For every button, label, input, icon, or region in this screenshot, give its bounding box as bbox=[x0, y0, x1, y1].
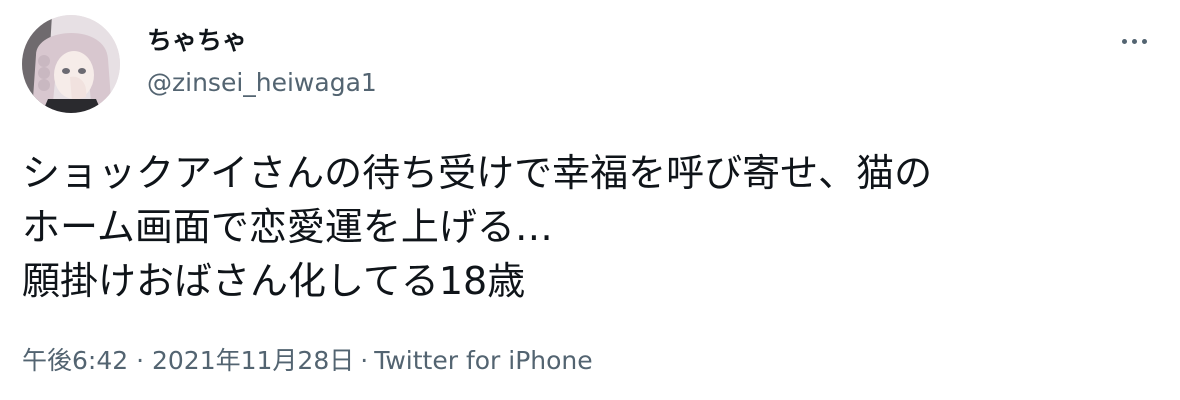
tweet-date: 2021年11月28日 bbox=[152, 346, 355, 375]
meta-separator: · bbox=[136, 346, 145, 375]
tweet-metadata: 午後6:42 · 2021年11月28日 · Twitter for iPhone bbox=[22, 344, 593, 378]
tweet-source-link[interactable]: Twitter for iPhone bbox=[374, 346, 592, 375]
user-handle[interactable]: @zinsei_heiwaga1 bbox=[147, 67, 377, 99]
more-options-button[interactable] bbox=[1114, 26, 1154, 56]
tweet-timestamp-link[interactable]: 午後6:42 · 2021年11月28日 bbox=[22, 346, 354, 375]
avatar-image bbox=[22, 15, 120, 113]
more-horizontal-icon bbox=[1131, 38, 1137, 44]
meta-separator: · bbox=[360, 346, 369, 375]
tweet-text: ショックアイさんの待ち受けで幸福を呼び寄せ、猫の ホーム画面で恋愛運を上げる… … bbox=[22, 146, 1152, 308]
tweet-card: ちゃちゃ @zinsei_heiwaga1 ショックアイさんの待ち受けで幸福を呼… bbox=[0, 0, 1180, 400]
avatar[interactable] bbox=[22, 15, 120, 113]
tweet-text-line: ホーム画面で恋愛運を上げる… bbox=[22, 205, 553, 249]
more-horizontal-icon bbox=[1121, 38, 1127, 44]
display-name[interactable]: ちゃちゃ bbox=[147, 25, 247, 57]
tweet-time: 午後6:42 bbox=[22, 346, 129, 375]
tweet-text-line: ショックアイさんの待ち受けで幸福を呼び寄せ、猫の bbox=[22, 151, 933, 195]
tweet-text-line: 願掛けおばさん化してる18歳 bbox=[22, 259, 526, 303]
more-horizontal-icon bbox=[1141, 38, 1147, 44]
